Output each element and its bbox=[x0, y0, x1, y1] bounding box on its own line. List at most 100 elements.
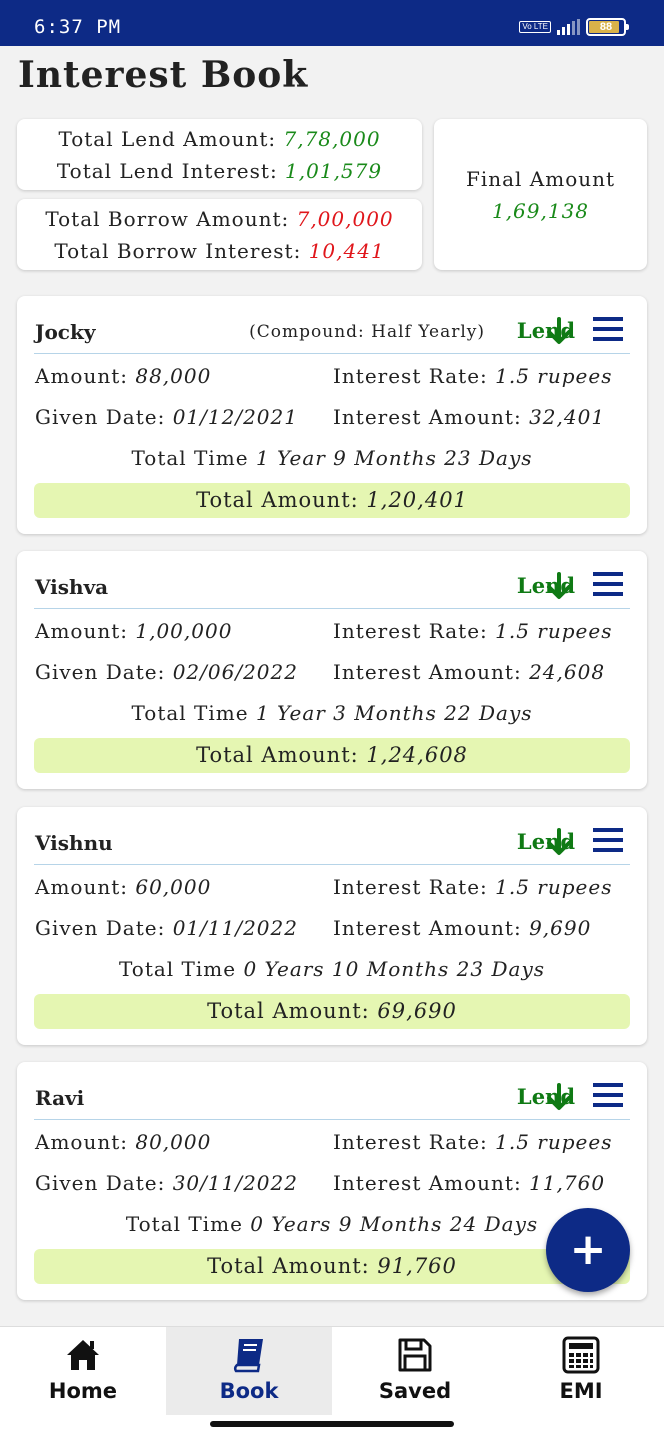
record-rate: Interest Rate: 1.5 rupees bbox=[333, 1130, 612, 1154]
arrow-down-icon bbox=[547, 828, 571, 855]
interest-amount-label: Interest Amount: bbox=[333, 660, 522, 684]
total-time-label: Total Time bbox=[131, 701, 249, 725]
interest-amount-label: Interest Amount: bbox=[333, 1171, 522, 1195]
record-header: Vishva Lend bbox=[34, 565, 630, 609]
add-record-button[interactable]: + bbox=[546, 1208, 630, 1292]
lend-amount-value: 7,78,000 bbox=[283, 127, 381, 151]
borrow-interest-value: 10,441 bbox=[308, 239, 385, 263]
total-amount-label: Total Amount: bbox=[196, 743, 359, 767]
total-time-value: 0 Years 10 Months 23 Days bbox=[243, 957, 545, 981]
total-amount-value: 1,20,401 bbox=[366, 488, 468, 512]
arrow-down-icon bbox=[547, 572, 571, 599]
record-given-date: Given Date: 01/12/2021 bbox=[35, 405, 298, 429]
given-date-label: Given Date: bbox=[35, 660, 166, 684]
record-card[interactable]: Vishva Lend Amount: 1,00,000 Interest Rate:… bbox=[17, 551, 647, 789]
nav-emi[interactable]: EMI bbox=[498, 1327, 664, 1415]
amount-label: Amount: bbox=[35, 1130, 128, 1154]
record-header: Jocky (Compound: Half Yearly) Lend bbox=[34, 310, 630, 354]
home-icon bbox=[67, 1340, 99, 1370]
app-title: Interest Book bbox=[18, 54, 309, 96]
record-card[interactable]: Vishnu Lend Amount: 60,000 Interest Rate: 1… bbox=[17, 807, 647, 1045]
battery-icon: 88 bbox=[586, 18, 629, 36]
nav-emi-label: EMI bbox=[559, 1379, 603, 1403]
interest-amount-value: 24,608 bbox=[529, 660, 606, 684]
given-date-value: 01/11/2022 bbox=[172, 916, 298, 940]
record-name: Jocky bbox=[35, 320, 96, 344]
record-name: Vishnu bbox=[35, 831, 113, 855]
record-amount: Amount: 1,00,000 bbox=[35, 619, 232, 643]
battery-level: 88 bbox=[599, 21, 613, 33]
arrow-down-icon bbox=[547, 1083, 571, 1110]
nav-saved-label: Saved bbox=[378, 1379, 452, 1403]
home-indicator[interactable] bbox=[210, 1421, 454, 1427]
total-time-label: Total Time bbox=[118, 957, 237, 981]
total-amount-value: 69,690 bbox=[377, 999, 457, 1023]
record-total-amount: Total Amount: 91,760 bbox=[34, 1249, 630, 1284]
nav-saved[interactable]: Saved bbox=[332, 1327, 498, 1415]
lend-interest-label: Total Lend Interest: bbox=[56, 159, 278, 183]
rate-value: 1.5 rupees bbox=[495, 619, 613, 643]
record-interest-amount: Interest Amount: 32,401 bbox=[333, 405, 605, 429]
given-date-value: 02/06/2022 bbox=[172, 660, 298, 684]
amount-label: Amount: bbox=[35, 875, 128, 899]
rate-value: 1.5 rupees bbox=[495, 875, 613, 899]
book-icon bbox=[233, 1339, 263, 1373]
interest-amount-value: 32,401 bbox=[529, 405, 606, 429]
final-amount-card: Final Amount 1,69,138 bbox=[434, 119, 647, 270]
rate-label: Interest Rate: bbox=[333, 1130, 488, 1154]
given-date-label: Given Date: bbox=[35, 1171, 166, 1195]
record-amount: Amount: 88,000 bbox=[35, 364, 211, 388]
record-rate: Interest Rate: 1.5 rupees bbox=[333, 364, 612, 388]
menu-icon[interactable] bbox=[593, 1083, 623, 1107]
total-time-label: Total Time bbox=[131, 446, 249, 470]
borrow-interest-line: Total Borrow Interest: 10,441 bbox=[17, 239, 422, 263]
record-rate: Interest Rate: 1.5 rupees bbox=[333, 619, 612, 643]
nav-home-label: Home bbox=[48, 1379, 118, 1403]
record-amount: Amount: 80,000 bbox=[35, 1130, 211, 1154]
menu-icon[interactable] bbox=[593, 317, 623, 341]
interest-amount-value: 11,760 bbox=[529, 1171, 606, 1195]
record-interest-amount: Interest Amount: 9,690 bbox=[333, 916, 591, 940]
rate-label: Interest Rate: bbox=[333, 619, 488, 643]
borrow-amount-label: Total Borrow Amount: bbox=[45, 207, 290, 231]
rate-label: Interest Rate: bbox=[333, 364, 488, 388]
record-given-date: Given Date: 30/11/2022 bbox=[35, 1171, 298, 1195]
status-bar: 6:37 PM Vo LTE 88 bbox=[0, 0, 664, 46]
record-name: Ravi bbox=[35, 1086, 85, 1110]
signal-icon bbox=[557, 19, 580, 35]
total-amount-value: 91,760 bbox=[377, 1254, 457, 1278]
lend-interest-value: 1,01,579 bbox=[285, 159, 383, 183]
given-date-value: 01/12/2021 bbox=[172, 405, 298, 429]
record-total-time: Total Time 0 Years 10 Months 23 Days bbox=[17, 957, 647, 981]
given-date-label: Given Date: bbox=[35, 405, 166, 429]
total-amount-label: Total Amount: bbox=[207, 999, 370, 1023]
nav-book-label: Book bbox=[219, 1379, 279, 1403]
rate-value: 1.5 rupees bbox=[495, 1130, 613, 1154]
menu-icon[interactable] bbox=[593, 572, 623, 596]
final-amount-label: Final Amount bbox=[465, 167, 616, 191]
total-time-value: 1 Year 9 Months 23 Days bbox=[255, 446, 533, 470]
record-total-time: Total Time 1 Year 9 Months 23 Days bbox=[17, 446, 647, 470]
save-icon bbox=[398, 1338, 432, 1372]
lend-interest-line: Total Lend Interest: 1,01,579 bbox=[17, 159, 422, 183]
amount-label: Amount: bbox=[35, 619, 128, 643]
total-time-label: Total Time bbox=[125, 1212, 243, 1236]
record-header: Ravi Lend bbox=[34, 1076, 630, 1120]
interest-amount-label: Interest Amount: bbox=[333, 916, 522, 940]
final-amount-value: 1,69,138 bbox=[491, 199, 590, 223]
amount-value: 80,000 bbox=[135, 1130, 212, 1154]
record-total-time: Total Time 1 Year 3 Months 22 Days bbox=[17, 701, 647, 725]
record-rate: Interest Rate: 1.5 rupees bbox=[333, 875, 612, 899]
record-given-date: Given Date: 01/11/2022 bbox=[35, 916, 298, 940]
menu-icon[interactable] bbox=[593, 828, 623, 852]
borrow-amount-value: 7,00,000 bbox=[296, 207, 394, 231]
amount-value: 88,000 bbox=[135, 364, 212, 388]
given-date-value: 30/11/2022 bbox=[172, 1171, 298, 1195]
record-card[interactable]: Jocky (Compound: Half Yearly) Lend Amount: … bbox=[17, 296, 647, 534]
nav-home[interactable]: Home bbox=[0, 1327, 166, 1415]
record-header: Vishnu Lend bbox=[34, 821, 630, 865]
amount-value: 60,000 bbox=[135, 875, 212, 899]
record-total-amount: Total Amount: 1,20,401 bbox=[34, 483, 630, 518]
total-time-value: 0 Years 9 Months 24 Days bbox=[250, 1212, 539, 1236]
nav-book[interactable]: Book bbox=[166, 1327, 332, 1415]
